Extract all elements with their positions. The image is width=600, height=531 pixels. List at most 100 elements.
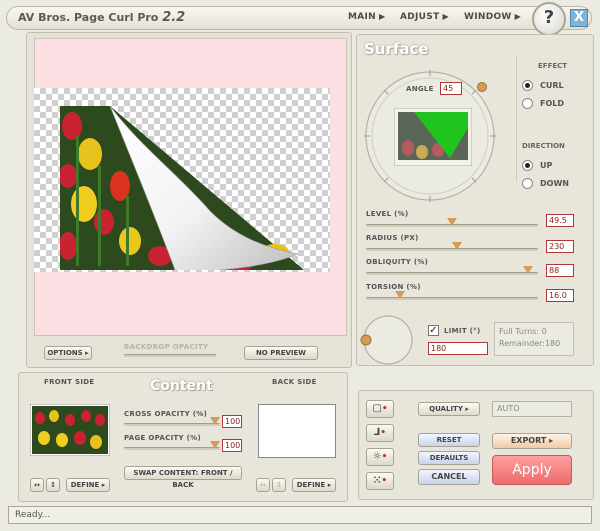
export-button-label: EXPORT [510, 436, 547, 445]
quality-button[interactable]: QUALITY ▸ [418, 402, 480, 416]
backdrop-opacity-label: BACKDROP OPACITY [124, 343, 209, 351]
quality-button-label: QUALITY [429, 405, 463, 413]
chevron-right-icon: ▶ [514, 12, 522, 21]
limit-input[interactable]: 180 [428, 342, 488, 355]
cross-opacity-slider-thumb[interactable] [210, 417, 220, 425]
menu-adjust[interactable]: ADJUST ▶ [400, 12, 449, 22]
page-tool-button[interactable]: ▢• [366, 400, 394, 418]
axis-tool-button[interactable]: ⅃• [366, 424, 394, 442]
cross-opacity-input[interactable]: 100 [222, 415, 242, 428]
surface-title: Surface [364, 40, 429, 58]
front-define-label: DEFINE [70, 481, 100, 489]
fold-label: FOLD [540, 99, 565, 108]
angle-input[interactable]: 45 [440, 82, 462, 95]
back-flip-vertical-button[interactable]: ↕ [272, 478, 286, 492]
no-preview-button[interactable]: NO PREVIEW [244, 346, 318, 360]
obliquity-slider[interactable] [366, 272, 538, 275]
limit-dial[interactable] [360, 312, 416, 368]
menu-adjust-label: ADJUST [400, 12, 440, 22]
radius-input[interactable]: 230 [546, 240, 574, 253]
cross-opacity-slider[interactable] [124, 423, 220, 426]
up-radio[interactable] [522, 160, 533, 171]
swap-content-button[interactable]: SWAP CONTENT: FRONT / BACK [124, 466, 242, 489]
page-opacity-input[interactable]: 100 [222, 439, 242, 452]
angle-handle[interactable] [477, 82, 487, 92]
back-side-label: BACK SIDE [272, 378, 317, 386]
torsion-label: TORSION (%) [366, 283, 421, 291]
turns-readout: Full Turns: 0 Remainder:180 [494, 322, 574, 356]
angle-thumbnail [394, 108, 472, 166]
page-opacity-slider[interactable] [124, 447, 220, 450]
obliquity-label: OBLIQUITY (%) [366, 258, 429, 266]
export-button[interactable]: EXPORT ▸ [492, 433, 572, 449]
close-button[interactable]: X [570, 9, 588, 27]
options-button-label: OPTIONS [47, 349, 83, 357]
options-button[interactable]: OPTIONS ▸ [44, 346, 92, 360]
back-define-label: DEFINE [296, 481, 326, 489]
flip-horizontal-icon: ↔ [34, 481, 40, 489]
quality-value[interactable]: AUTO [492, 401, 572, 417]
chevron-right-icon: ▶ [442, 12, 449, 21]
app-version: 2.2 [162, 10, 186, 25]
curl-radio[interactable] [522, 80, 533, 91]
limit-label: LIMIT (°) [444, 327, 481, 335]
flip-horizontal-icon: ↔ [260, 481, 266, 489]
back-flip-horizontal-button[interactable]: ↔ [256, 478, 270, 492]
flip-horizontal-button[interactable]: ↔ [30, 478, 44, 492]
help-button[interactable]: ? [532, 2, 566, 36]
front-define-button[interactable]: DEFINE ▸ [66, 478, 110, 492]
content-title: Content [150, 378, 213, 394]
radius-slider-thumb[interactable] [452, 242, 463, 250]
app-title: AV Bros. Page Curl Pro 2.2 [18, 10, 185, 25]
full-turns-label: Full Turns: [499, 327, 540, 336]
curled-page-preview [60, 106, 304, 270]
grid-tool-button[interactable]: ⁙• [366, 472, 394, 490]
back-side-thumbnail[interactable] [258, 404, 336, 458]
front-side-thumbnail[interactable] [30, 404, 110, 456]
flip-vertical-icon: ↕ [276, 481, 282, 489]
level-label: LEVEL (%) [366, 210, 409, 218]
level-input[interactable]: 49.5 [546, 214, 574, 227]
page-opacity-label: PAGE OPACITY (%) [124, 434, 201, 442]
down-radio[interactable] [522, 178, 533, 189]
radius-label: RADIUS (PX) [366, 234, 419, 242]
limit-checkbox[interactable]: ✓ [428, 325, 439, 336]
torsion-slider[interactable] [366, 297, 538, 300]
effect-divider [516, 56, 517, 182]
down-label: DOWN [540, 179, 569, 188]
menu-main[interactable]: MAIN ▶ [348, 12, 385, 22]
level-slider-thumb[interactable] [447, 218, 457, 226]
reset-button[interactable]: RESET [418, 433, 480, 447]
menu-main-label: MAIN [348, 12, 377, 22]
page-icon: ▢ [372, 403, 382, 414]
flip-vertical-button[interactable]: ↕ [46, 478, 60, 492]
obliquity-input[interactable]: 88 [546, 264, 574, 277]
direction-title: DIRECTION [522, 142, 565, 150]
obliquity-slider-thumb[interactable] [522, 266, 533, 274]
torsion-input[interactable]: 16.0 [546, 289, 574, 302]
full-turns-value: 0 [541, 327, 547, 336]
effect-title: EFFECT [538, 62, 568, 70]
status-text: Ready... [15, 510, 51, 520]
fold-radio[interactable] [522, 98, 533, 109]
cross-opacity-label: CROSS OPACITY (%) [124, 410, 208, 418]
menu-window[interactable]: WINDOW ▶ [464, 12, 521, 22]
app-name: AV Bros. Page Curl Pro [18, 11, 159, 24]
angle-label: ANGLE [406, 85, 434, 93]
curl-label: CURL [540, 81, 564, 90]
sun-icon: ☼ [372, 451, 382, 462]
chevron-right-icon: ▶ [379, 12, 386, 21]
torsion-slider-thumb[interactable] [395, 291, 406, 299]
front-side-label: FRONT SIDE [44, 378, 95, 386]
menu-window-label: WINDOW [464, 12, 512, 22]
back-define-button[interactable]: DEFINE ▸ [292, 478, 336, 492]
light-tool-button[interactable]: ☼• [366, 448, 394, 466]
up-label: UP [540, 161, 553, 170]
backdrop-opacity-slider[interactable] [124, 354, 216, 357]
remainder-label: Remainder: [499, 339, 545, 348]
remainder-value: 180 [544, 339, 561, 348]
defaults-button[interactable]: DEFAULTS [418, 451, 480, 465]
page-opacity-slider-thumb[interactable] [210, 441, 220, 449]
apply-button[interactable]: Apply [492, 455, 572, 485]
cancel-button[interactable]: CANCEL [418, 469, 480, 485]
